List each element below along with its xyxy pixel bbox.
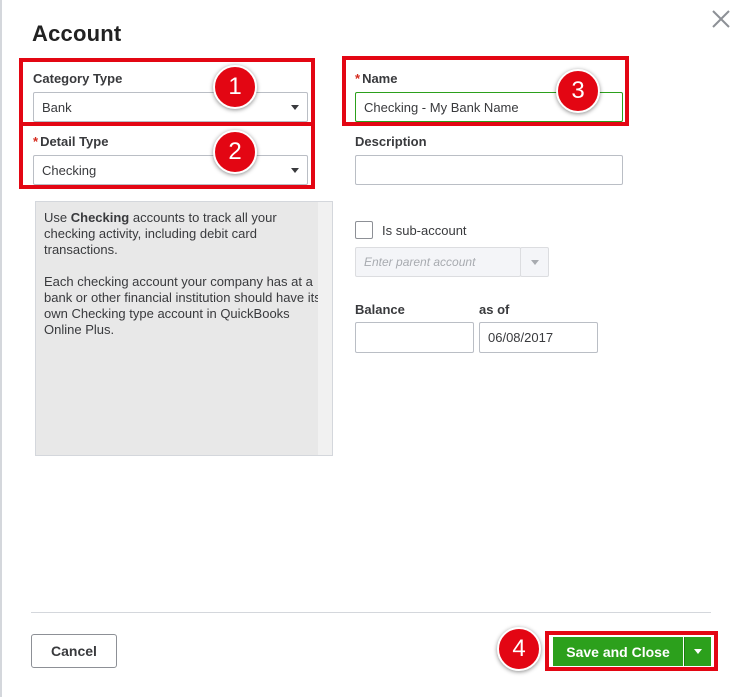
annotation-badge-3: 3: [556, 69, 600, 113]
detail-type-help: Use Checking accounts to track all your …: [35, 201, 333, 456]
sub-account-checkbox[interactable]: [355, 221, 373, 239]
annotation-box-2: [19, 122, 315, 189]
help-paragraph-1: Use Checking accounts to track all your …: [44, 210, 277, 257]
description-label: Description: [355, 134, 427, 149]
annotation-badge-2: 2: [213, 130, 257, 174]
cancel-button[interactable]: Cancel: [31, 634, 117, 668]
balance-label: Balance: [355, 302, 405, 317]
annotation-badge-1: 1: [213, 65, 257, 109]
footer-divider: [31, 612, 711, 613]
as-of-date-value: 06/08/2017: [488, 330, 554, 345]
caret-down-icon: [530, 259, 539, 265]
annotation-badge-4: 4: [497, 627, 541, 671]
annotation-box-1: [19, 58, 315, 126]
parent-account-placeholder: Enter parent account: [364, 255, 476, 269]
balance-input[interactable]: [355, 322, 474, 353]
close-icon[interactable]: [708, 6, 734, 32]
description-input[interactable]: [355, 155, 623, 185]
as-of-date-input[interactable]: 06/08/2017: [479, 322, 598, 353]
parent-account-dropdown-button[interactable]: [520, 247, 549, 277]
parent-account-input[interactable]: Enter parent account: [355, 247, 521, 277]
dialog-left-edge: [0, 0, 2, 697]
help-paragraph-2: Each checking account your company has a…: [44, 274, 321, 337]
as-of-label: as of: [479, 302, 510, 317]
annotation-box-4: [545, 631, 718, 671]
sub-account-label: Is sub-account: [382, 223, 467, 238]
dialog-title: Account: [32, 21, 122, 46]
help-scrollbar[interactable]: [318, 202, 332, 455]
